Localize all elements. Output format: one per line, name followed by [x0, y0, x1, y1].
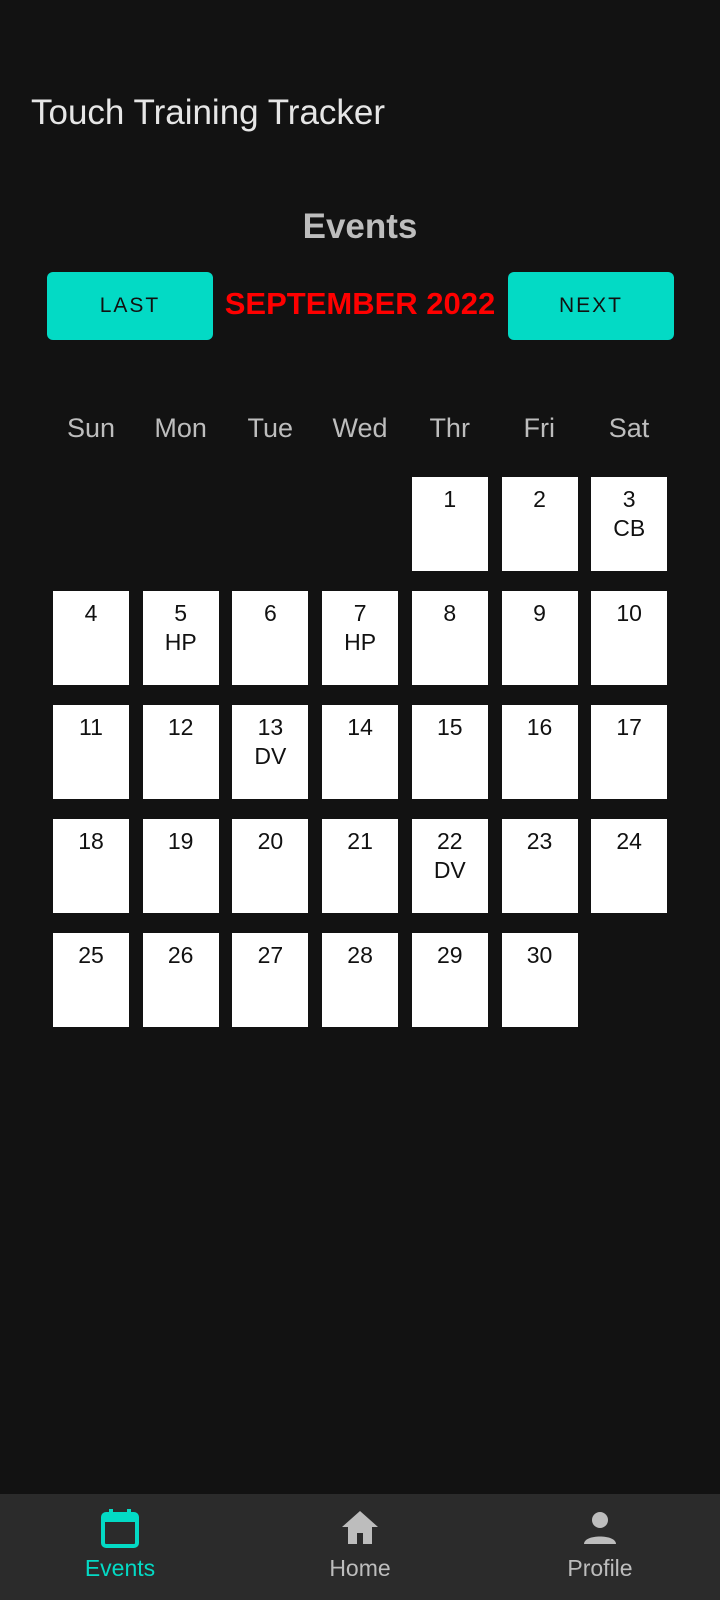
nav-item-events[interactable]: Events	[0, 1494, 240, 1600]
home-icon	[342, 1511, 378, 1544]
bottom-navigation: Events Home Profile	[0, 1494, 720, 1600]
weekday-label: Mon	[154, 413, 207, 443]
calendar-day[interactable]: 2	[501, 477, 578, 571]
calendar-day[interactable]: 29	[411, 933, 488, 1027]
weekday-header: Sun Mon Tue Wed Thr Fri Sat	[53, 408, 667, 448]
calendar-day[interactable]: 11	[53, 705, 129, 799]
day-number: 23	[526, 828, 553, 854]
calendar-day[interactable]: 27	[232, 933, 309, 1027]
calendar-day[interactable]: 12	[142, 705, 219, 799]
day-number: 4	[84, 600, 98, 626]
calendar-day[interactable]: 4	[53, 591, 129, 685]
weekday-label: Tue	[247, 413, 294, 443]
calendar-day[interactable]: 22 DV	[411, 819, 488, 913]
day-number: 5	[174, 600, 188, 626]
calendar-day[interactable]: 5 HP	[142, 591, 219, 685]
weekday-label: Thr	[429, 413, 470, 443]
day-number: 3	[622, 486, 636, 512]
day-number: 6	[263, 600, 277, 626]
day-number: 7	[353, 600, 367, 626]
calendar-day[interactable]: 9	[501, 591, 578, 685]
calendar-grid: 1 2 3 CB 4 5 HP 6 7 HP 8 9 10 11 12 13 DV 14 15 16 17 18 19 20 2…	[53, 477, 668, 1037]
day-number: 14	[347, 714, 373, 740]
day-number: 15	[437, 714, 463, 740]
calendar-day[interactable]: 23	[501, 819, 578, 913]
day-number: 2	[533, 486, 546, 512]
day-event-code: DV	[433, 857, 466, 883]
weekday-label: Wed	[332, 413, 388, 443]
day-number: 19	[167, 828, 194, 854]
calendar-day[interactable]: 28	[322, 933, 399, 1027]
day-event-code: HP	[344, 629, 377, 655]
day-number: 29	[437, 942, 463, 968]
nav-label: Profile	[567, 1555, 633, 1581]
day-event-code: DV	[254, 743, 287, 769]
day-number: 28	[347, 942, 373, 968]
last-month-button[interactable]: LAST	[47, 272, 213, 340]
day-number: 25	[78, 942, 104, 968]
day-event-code: CB	[613, 515, 646, 541]
weekday-label: Sun	[66, 413, 116, 443]
page-title: Events	[302, 207, 418, 246]
day-number: 26	[167, 942, 194, 968]
day-number: 22	[437, 828, 463, 854]
calendar-icon	[101, 1509, 139, 1548]
calendar-day[interactable]: 18	[53, 819, 129, 913]
calendar-day[interactable]: 25	[53, 933, 129, 1027]
day-event-code: HP	[164, 629, 197, 655]
nav-item-profile[interactable]: Profile	[480, 1494, 720, 1600]
calendar-day[interactable]: 13 DV	[232, 705, 309, 799]
calendar-day[interactable]: 20	[232, 819, 309, 913]
day-number: 21	[347, 828, 373, 854]
nav-item-home[interactable]: Home	[240, 1494, 480, 1600]
day-number: 18	[78, 828, 104, 854]
next-month-button[interactable]: NEXT	[508, 272, 674, 340]
day-number: 17	[616, 714, 642, 740]
person-icon	[584, 1512, 616, 1544]
day-number: 8	[443, 600, 457, 626]
day-number: 16	[526, 714, 553, 740]
app-screen: Touch Training Tracker Events LAST SEPTE…	[0, 0, 720, 1600]
day-number: 20	[257, 828, 284, 854]
calendar-day[interactable]: 30	[501, 933, 578, 1027]
day-number: 12	[167, 714, 194, 740]
calendar-day[interactable]: 3 CB	[591, 477, 668, 571]
day-number: 11	[79, 714, 103, 740]
weekday-label: Sat	[608, 413, 650, 443]
app-title: Touch Training Tracker	[31, 93, 386, 132]
day-number: 10	[616, 600, 642, 626]
weekday-label: Fri	[523, 413, 556, 443]
month-label: SEPTEMBER 2022	[224, 286, 496, 321]
day-number: 9	[533, 600, 546, 626]
day-number: 13	[257, 714, 284, 740]
day-number: 24	[616, 828, 642, 854]
calendar-day[interactable]: 10	[591, 591, 668, 685]
calendar-day[interactable]: 14	[322, 705, 399, 799]
day-number: 27	[257, 942, 284, 968]
calendar-day[interactable]: 15	[411, 705, 488, 799]
day-number: 1	[443, 486, 457, 512]
calendar-day[interactable]: 26	[142, 933, 219, 1027]
calendar-day[interactable]: 8	[411, 591, 488, 685]
calendar-day[interactable]: 6	[232, 591, 309, 685]
calendar-day[interactable]: 19	[142, 819, 219, 913]
calendar-day[interactable]: 21	[322, 819, 399, 913]
nav-label: Home	[329, 1555, 391, 1581]
day-number: 30	[526, 942, 553, 968]
calendar-day[interactable]: 17	[591, 705, 668, 799]
calendar-day[interactable]: 7 HP	[322, 591, 399, 685]
calendar-day[interactable]: 24	[591, 819, 668, 913]
calendar-day[interactable]: 16	[501, 705, 578, 799]
calendar-day[interactable]: 1	[411, 477, 488, 571]
nav-label: Events	[84, 1555, 156, 1581]
